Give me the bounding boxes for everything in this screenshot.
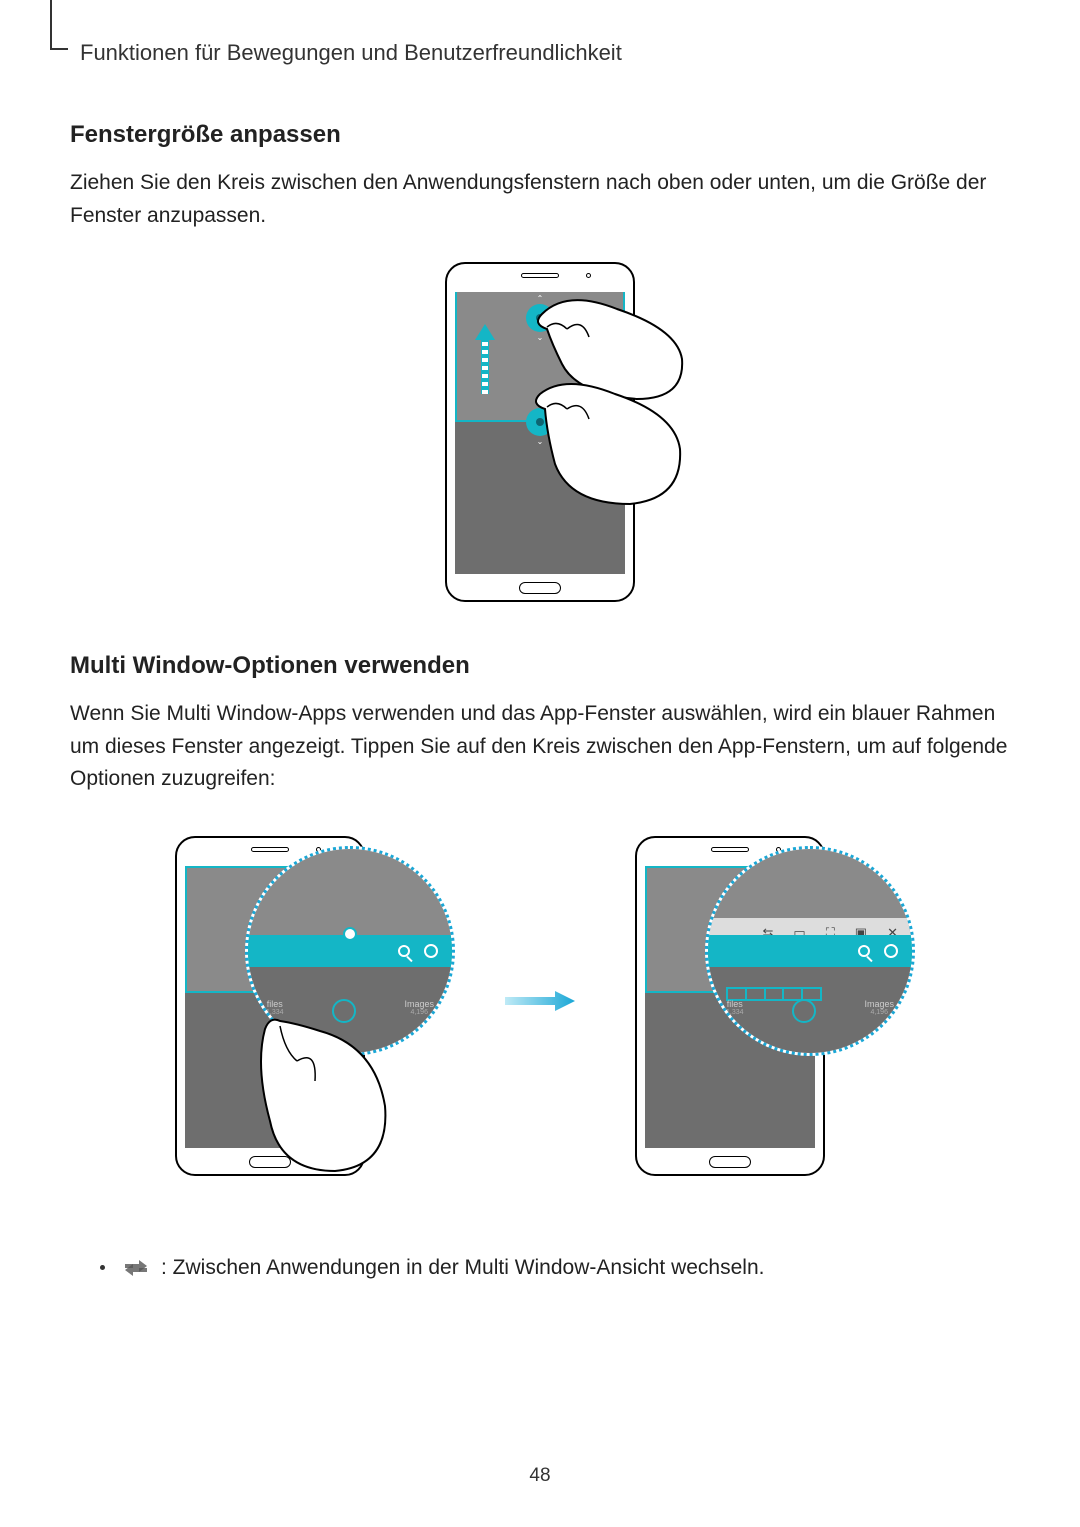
hand-gesture-bottom-icon — [525, 369, 685, 529]
page-corner-mark — [50, 0, 52, 50]
figure-resize-window: ⌃⌄ ⌃⌄ — [70, 262, 1010, 602]
zoom-toolbar — [708, 935, 912, 967]
file-tiles: files1,334 Images4,196 — [726, 999, 894, 1023]
check-icon — [792, 999, 816, 1023]
zoom-toolbar — [248, 935, 452, 967]
view-icon — [884, 944, 898, 958]
arrow-right-icon — [505, 991, 575, 1011]
figure-left: files1,334 Images4,196 — [175, 826, 445, 1176]
bullet-icon — [100, 1265, 105, 1270]
phone-illustration: ⌃⌄ ⌃⌄ — [445, 262, 635, 602]
figure-right: ⇆ ▭ ⛶ ▣ ✕ files1,334 Images4,196 — [635, 826, 905, 1176]
zoom-bubble-right: ⇆ ▭ ⛶ ▣ ✕ files1,334 Images4,196 — [705, 846, 915, 1056]
phone-home-button — [519, 582, 561, 594]
search-icon — [858, 945, 870, 957]
heading-multiwindow: Multi Window-Optionen verwenden — [70, 652, 1010, 680]
hand-tap-icon — [225, 1011, 395, 1181]
paragraph-resize: Ziehen Sie den Kreis zwischen den Anwend… — [70, 167, 1010, 232]
split-handle-icon — [343, 927, 357, 941]
bullet-text: : Zwischen Anwendungen in der Multi Wind… — [161, 1256, 764, 1280]
bullet-swap-apps: : Zwischen Anwendungen in der Multi Wind… — [100, 1256, 1010, 1280]
section-label: Funktionen für Bewegungen und Benutzerfr… — [80, 40, 1010, 66]
paragraph-multiwindow: Wenn Sie Multi Window-Apps verwenden und… — [70, 698, 1010, 796]
page-number: 48 — [529, 1465, 550, 1487]
figure-multiwindow-options: files1,334 Images4,196 — [70, 826, 1010, 1176]
search-icon — [398, 945, 410, 957]
swap-windows-icon — [123, 1257, 149, 1279]
view-icon — [424, 944, 438, 958]
drag-up-arrow-icon — [477, 324, 493, 394]
heading-resize: Fenstergröße anpassen — [70, 121, 1010, 149]
